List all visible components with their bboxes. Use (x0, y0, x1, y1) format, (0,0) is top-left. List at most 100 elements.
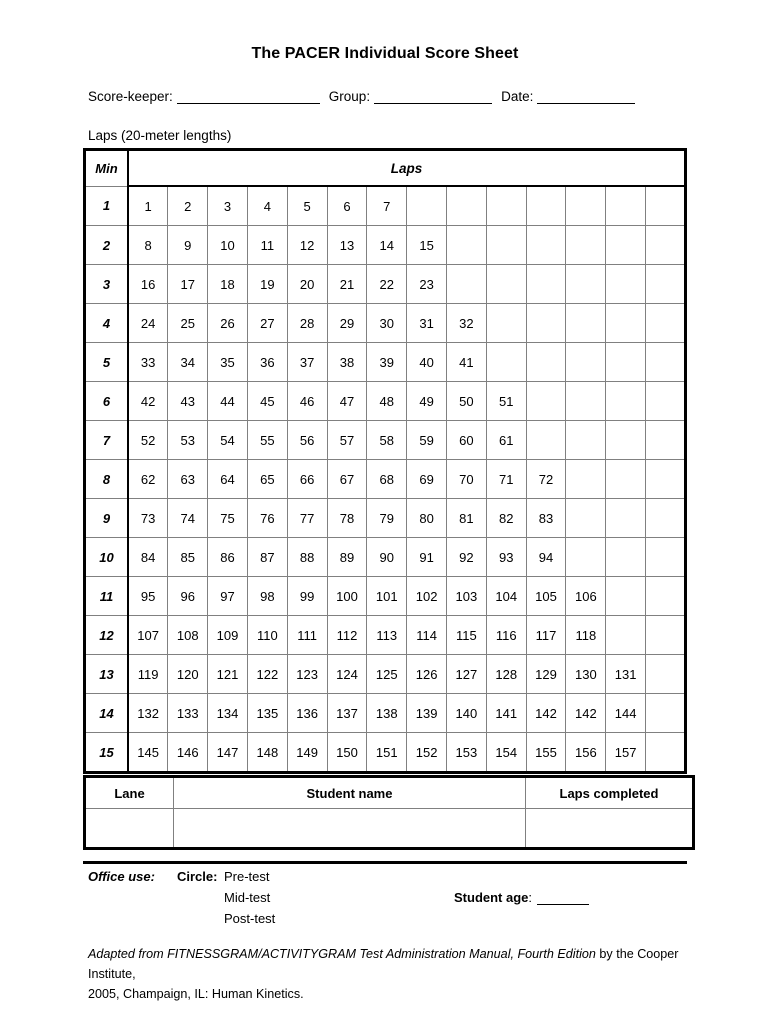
lap-number-cell[interactable]: 142 (525, 693, 567, 733)
lap-number-cell[interactable]: 155 (525, 732, 567, 773)
lap-empty-cell[interactable] (605, 459, 647, 499)
lap-number-cell[interactable]: 119 (127, 654, 169, 694)
lap-number-cell[interactable]: 90 (366, 537, 408, 577)
lap-number-cell[interactable]: 110 (246, 615, 288, 655)
lap-empty-cell[interactable] (525, 303, 567, 343)
student-age-input[interactable] (537, 892, 590, 905)
lap-number-cell[interactable]: 5 (286, 185, 328, 226)
lap-number-cell[interactable]: 116 (485, 615, 527, 655)
lap-number-cell[interactable]: 131 (605, 654, 647, 694)
lap-empty-cell[interactable] (645, 264, 686, 304)
lap-number-cell[interactable]: 25 (167, 303, 209, 343)
lap-empty-cell[interactable] (645, 537, 686, 577)
lap-number-cell[interactable]: 135 (246, 693, 288, 733)
lap-number-cell[interactable]: 94 (525, 537, 567, 577)
lap-number-cell[interactable]: 152 (406, 732, 447, 773)
lap-number-cell[interactable]: 63 (167, 459, 209, 499)
lap-empty-cell[interactable] (525, 342, 567, 382)
lap-number-cell[interactable]: 39 (366, 342, 408, 382)
lap-number-cell[interactable]: 97 (207, 576, 248, 616)
lap-number-cell[interactable]: 95 (127, 576, 169, 616)
lap-number-cell[interactable]: 55 (246, 420, 288, 460)
lap-number-cell[interactable]: 59 (406, 420, 447, 460)
lap-empty-cell[interactable] (565, 264, 607, 304)
lap-number-cell[interactable]: 120 (167, 654, 209, 694)
lap-number-cell[interactable]: 21 (326, 264, 368, 304)
lap-number-cell[interactable]: 148 (246, 732, 288, 773)
lap-number-cell[interactable]: 137 (326, 693, 368, 733)
lap-number-cell[interactable]: 69 (406, 459, 447, 499)
lap-number-cell[interactable]: 82 (485, 498, 527, 538)
lap-number-cell[interactable]: 1 (127, 185, 169, 226)
lap-number-cell[interactable]: 153 (446, 732, 487, 773)
lap-empty-cell[interactable] (645, 459, 686, 499)
lap-number-cell[interactable]: 41 (446, 342, 487, 382)
lap-empty-cell[interactable] (446, 225, 487, 265)
lap-number-cell[interactable]: 104 (485, 576, 527, 616)
lap-number-cell[interactable]: 114 (406, 615, 447, 655)
lap-number-cell[interactable]: 115 (446, 615, 487, 655)
option-post-test[interactable]: Post-test (224, 911, 275, 926)
lap-number-cell[interactable]: 27 (246, 303, 288, 343)
lap-number-cell[interactable]: 34 (167, 342, 209, 382)
lap-number-cell[interactable]: 16 (127, 264, 169, 304)
lap-number-cell[interactable]: 62 (127, 459, 169, 499)
lap-number-cell[interactable]: 79 (366, 498, 408, 538)
lap-number-cell[interactable]: 6 (326, 185, 368, 226)
lap-empty-cell[interactable] (485, 303, 527, 343)
lap-number-cell[interactable]: 70 (446, 459, 487, 499)
lap-number-cell[interactable]: 49 (406, 381, 447, 421)
lap-number-cell[interactable]: 33 (127, 342, 169, 382)
lap-number-cell[interactable]: 14 (366, 225, 408, 265)
lap-number-cell[interactable]: 103 (446, 576, 487, 616)
lap-number-cell[interactable]: 134 (207, 693, 248, 733)
lap-number-cell[interactable]: 23 (406, 264, 447, 304)
lap-number-cell[interactable]: 149 (286, 732, 328, 773)
lap-number-cell[interactable]: 100 (326, 576, 368, 616)
lap-number-cell[interactable]: 50 (446, 381, 487, 421)
lap-number-cell[interactable]: 57 (326, 420, 368, 460)
lap-number-cell[interactable]: 19 (246, 264, 288, 304)
lap-empty-cell[interactable] (525, 381, 567, 421)
lap-number-cell[interactable]: 85 (167, 537, 209, 577)
lap-empty-cell[interactable] (645, 225, 686, 265)
lap-number-cell[interactable]: 156 (565, 732, 607, 773)
lap-number-cell[interactable]: 125 (366, 654, 408, 694)
lap-number-cell[interactable]: 133 (167, 693, 209, 733)
lap-empty-cell[interactable] (525, 225, 567, 265)
lap-empty-cell[interactable] (406, 185, 447, 226)
date-input[interactable] (537, 90, 636, 104)
lap-number-cell[interactable]: 20 (286, 264, 328, 304)
lap-number-cell[interactable]: 64 (207, 459, 248, 499)
lap-number-cell[interactable]: 65 (246, 459, 288, 499)
lap-number-cell[interactable]: 22 (366, 264, 408, 304)
lap-number-cell[interactable]: 101 (366, 576, 408, 616)
lap-number-cell[interactable]: 4 (246, 185, 288, 226)
option-pre-test[interactable]: Pre-test (224, 869, 270, 884)
lap-empty-cell[interactable] (525, 420, 567, 460)
lap-number-cell[interactable]: 40 (406, 342, 447, 382)
lap-empty-cell[interactable] (645, 185, 686, 226)
lap-number-cell[interactable]: 154 (485, 732, 527, 773)
lap-empty-cell[interactable] (485, 264, 527, 304)
lap-number-cell[interactable]: 24 (127, 303, 169, 343)
lap-number-cell[interactable]: 141 (485, 693, 527, 733)
option-mid-test[interactable]: Mid-test (224, 890, 270, 905)
lap-empty-cell[interactable] (565, 537, 607, 577)
lap-number-cell[interactable]: 76 (246, 498, 288, 538)
lap-empty-cell[interactable] (565, 225, 607, 265)
lap-number-cell[interactable]: 73 (127, 498, 169, 538)
lap-number-cell[interactable]: 128 (485, 654, 527, 694)
lap-number-cell[interactable]: 144 (605, 693, 647, 733)
lap-empty-cell[interactable] (605, 420, 647, 460)
lap-number-cell[interactable]: 118 (565, 615, 607, 655)
lap-empty-cell[interactable] (605, 498, 647, 538)
lap-number-cell[interactable]: 93 (485, 537, 527, 577)
lap-empty-cell[interactable] (565, 381, 607, 421)
lap-number-cell[interactable]: 92 (446, 537, 487, 577)
lap-number-cell[interactable]: 51 (485, 381, 527, 421)
lap-number-cell[interactable]: 124 (326, 654, 368, 694)
lap-number-cell[interactable]: 13 (326, 225, 368, 265)
lap-number-cell[interactable]: 147 (207, 732, 248, 773)
lap-number-cell[interactable]: 107 (127, 615, 169, 655)
